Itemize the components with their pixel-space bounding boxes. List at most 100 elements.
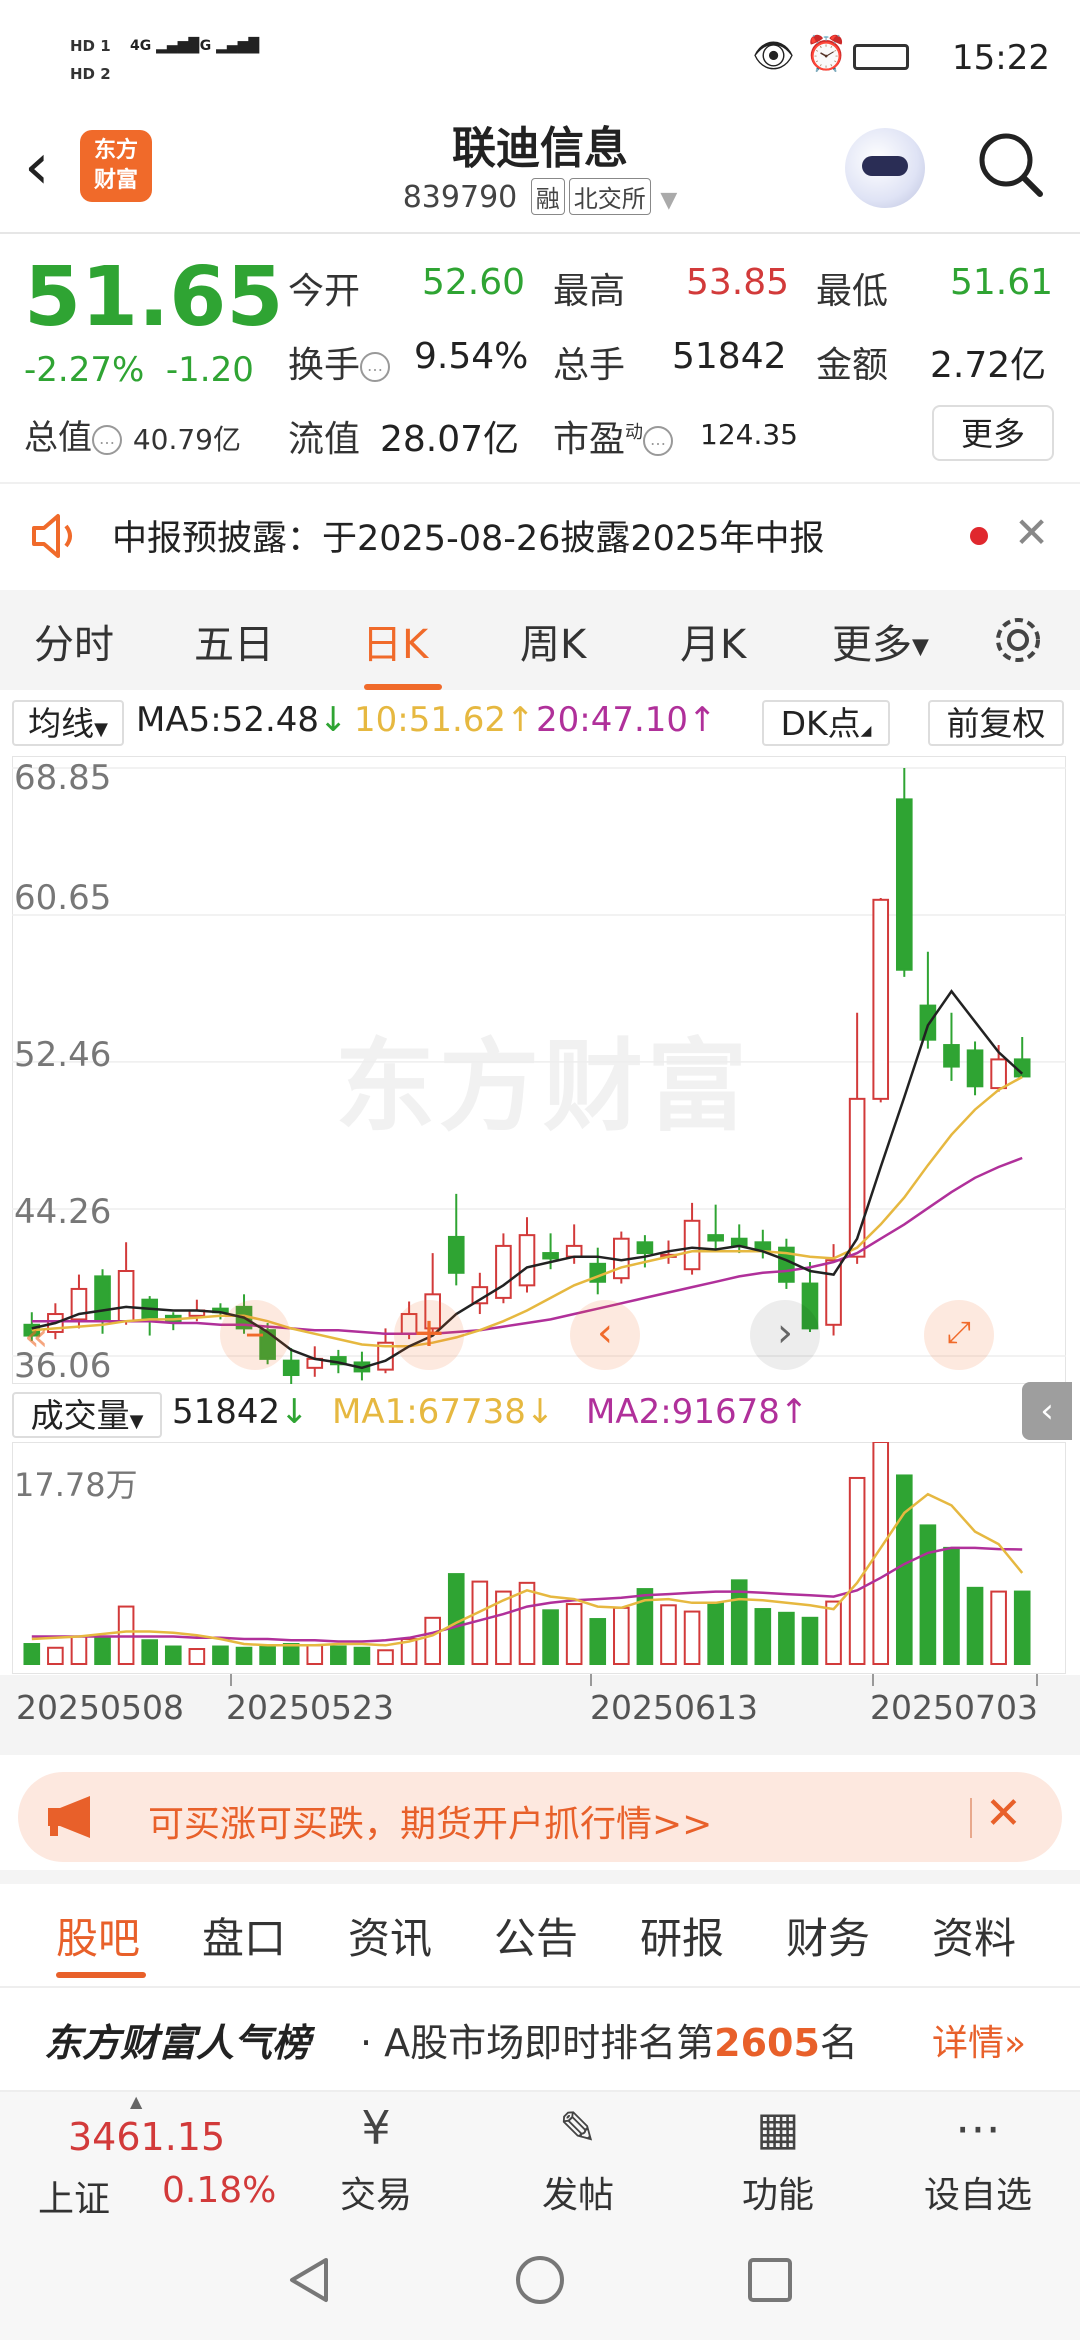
rank-number: 2605 [714, 2021, 820, 2065]
tab-news[interactable]: 资讯 [348, 1905, 432, 1966]
tab-timeshare[interactable]: 分时 [34, 612, 114, 670]
volume-bar [778, 1611, 795, 1665]
rank-detail-link[interactable]: 详情» [932, 2014, 1026, 2066]
section-gap [0, 1870, 1080, 1884]
info-icon[interactable]: … [92, 424, 122, 455]
info-icon[interactable]: … [360, 352, 391, 382]
date-label: 20250508 [16, 1688, 184, 1727]
eye-icon: 👁 [752, 36, 796, 76]
battery-icon [853, 44, 909, 70]
edit-icon: ✎ [558, 2101, 598, 2155]
signal-4g-icon: 4G ▂▄▆█ [130, 38, 200, 54]
tab-finance[interactable]: 财务 [786, 1905, 870, 1966]
scroll-left-icon[interactable]: ‹ [570, 1300, 640, 1370]
float-value: 28.07亿 [380, 419, 520, 460]
active-tab-underline [364, 684, 442, 690]
nav-post[interactable]: ✎ 发帖 [498, 2098, 658, 2218]
tab-more[interactable]: 更多▼ [832, 612, 929, 670]
stock-code: 839790 [402, 180, 518, 215]
candle [943, 1044, 960, 1068]
candle [848, 1097, 866, 1258]
high-label: 最高 [553, 271, 626, 312]
nav-add-watchlist[interactable]: ⋯ 设自选 [898, 2098, 1058, 2218]
adjust-button[interactable]: 前复权 [928, 700, 1064, 746]
candle [518, 1234, 536, 1287]
tab-announcement[interactable]: 公告 [494, 1905, 578, 1966]
volume-bar [188, 1648, 206, 1666]
caret-down-icon: ▼ [912, 634, 929, 660]
index-change[interactable]: 0.18% [162, 2170, 276, 2211]
candle [966, 1049, 984, 1088]
volume-bar [377, 1649, 394, 1666]
tab-profile[interactable]: 资料 [932, 1905, 1016, 1966]
vol-ma2-value: MA2:91678↑ [586, 1392, 809, 1432]
volume-bar [306, 1644, 324, 1665]
ma-select-button[interactable]: 均线▼ [12, 700, 124, 746]
dropdown-caret-icon[interactable]: ▼ [660, 188, 677, 213]
tab-pankou[interactable]: 盘口 [202, 1905, 286, 1966]
tab-daily-k[interactable]: 日K [362, 612, 428, 670]
rank-brand: 东方财富人气榜 [44, 2021, 311, 2065]
alarm-icon: ⏰ [805, 34, 848, 74]
tab-weekly-k[interactable]: 周K [520, 612, 586, 670]
more-button[interactable]: 更多 [932, 405, 1054, 461]
ad-close-icon[interactable]: ✕ [985, 1788, 1022, 1839]
candle [636, 1241, 654, 1255]
volume-bar [966, 1586, 984, 1665]
low-value: 51.61 [950, 262, 1054, 303]
index-value[interactable]: 3461.15 [68, 2115, 225, 2159]
volume-bar [1013, 1590, 1031, 1666]
volume-bar [707, 1601, 724, 1665]
zoom-in-icon[interactable]: + [394, 1300, 464, 1370]
volume-select-button[interactable]: 成交量▼ [12, 1392, 162, 1438]
yen-cycle-icon: ¥ [361, 2101, 391, 2155]
sim2-badge: HD 2 [70, 65, 111, 83]
scroll-right-icon[interactable]: › [750, 1300, 820, 1370]
exchange-tag: 北交所 [568, 178, 651, 215]
ma20-value: 20:47.10↑ [536, 700, 717, 740]
tab-guba[interactable]: 股吧 [56, 1905, 140, 1966]
grid-icon: ▦ [756, 2101, 800, 2155]
system-back-icon[interactable] [282, 2252, 338, 2308]
dk-point-button[interactable]: DK点◢ [762, 700, 890, 746]
open-label: 今开 [288, 271, 361, 312]
turnover-value: 9.54% [414, 336, 529, 377]
volume-plot [23, 1442, 1031, 1666]
pe-value: 124.35 [700, 418, 798, 451]
robot-visor [862, 156, 908, 176]
volume-bar [518, 1581, 536, 1666]
tab-five-day[interactable]: 五日 [194, 612, 274, 670]
nav-trade[interactable]: ¥ 交易 [296, 2098, 456, 2218]
pe-label: 市盈动… [553, 410, 674, 462]
change-amount: -1.20 [165, 350, 254, 390]
volume-bar [235, 1646, 253, 1666]
status-bar: HD 1 HD 2 4G ▂▄▆█ 5G ▂▄▆█ 👁 ⏰ 15:22 [0, 0, 1080, 120]
index-name[interactable]: 上证 [38, 2170, 110, 2222]
search-icon[interactable] [976, 130, 1046, 200]
date-label: 20250523 [226, 1688, 394, 1727]
candle [919, 1004, 937, 1041]
fullscreen-icon[interactable]: ⤢ [924, 1300, 994, 1370]
notice-text[interactable]: 中报预披露：于2025-08-26披露2025年中报 [112, 510, 824, 561]
header-divider [0, 232, 1080, 234]
volume-label: 总手 [553, 345, 626, 386]
ad-text[interactable]: 可买涨可买跌，期货开户抓行情>> [148, 1795, 712, 1847]
nav-functions[interactable]: ▦ 功能 [698, 2098, 858, 2218]
tab-monthly-k[interactable]: 月K [680, 612, 746, 670]
settings-gear-icon[interactable] [990, 612, 1046, 668]
volume-bar [990, 1590, 1007, 1666]
info-icon[interactable]: … [643, 426, 674, 456]
signal-5g-icon: 5G ▂▄▆█ [190, 38, 260, 54]
clock: 15:22 [952, 38, 1050, 78]
volume-bar [801, 1616, 819, 1665]
fast-back-icon[interactable]: « [24, 1314, 48, 1360]
system-recents-icon[interactable] [742, 2252, 798, 2308]
zoom-out-icon[interactable]: – [220, 1300, 290, 1370]
close-icon[interactable]: ✕ [1014, 508, 1049, 557]
system-home-icon[interactable] [512, 2252, 568, 2308]
candle [825, 1259, 842, 1326]
collapse-tab-icon[interactable]: ‹ [1022, 1382, 1072, 1440]
candle [683, 1219, 701, 1271]
unread-dot [970, 527, 988, 545]
tab-research[interactable]: 研报 [640, 1905, 724, 1966]
